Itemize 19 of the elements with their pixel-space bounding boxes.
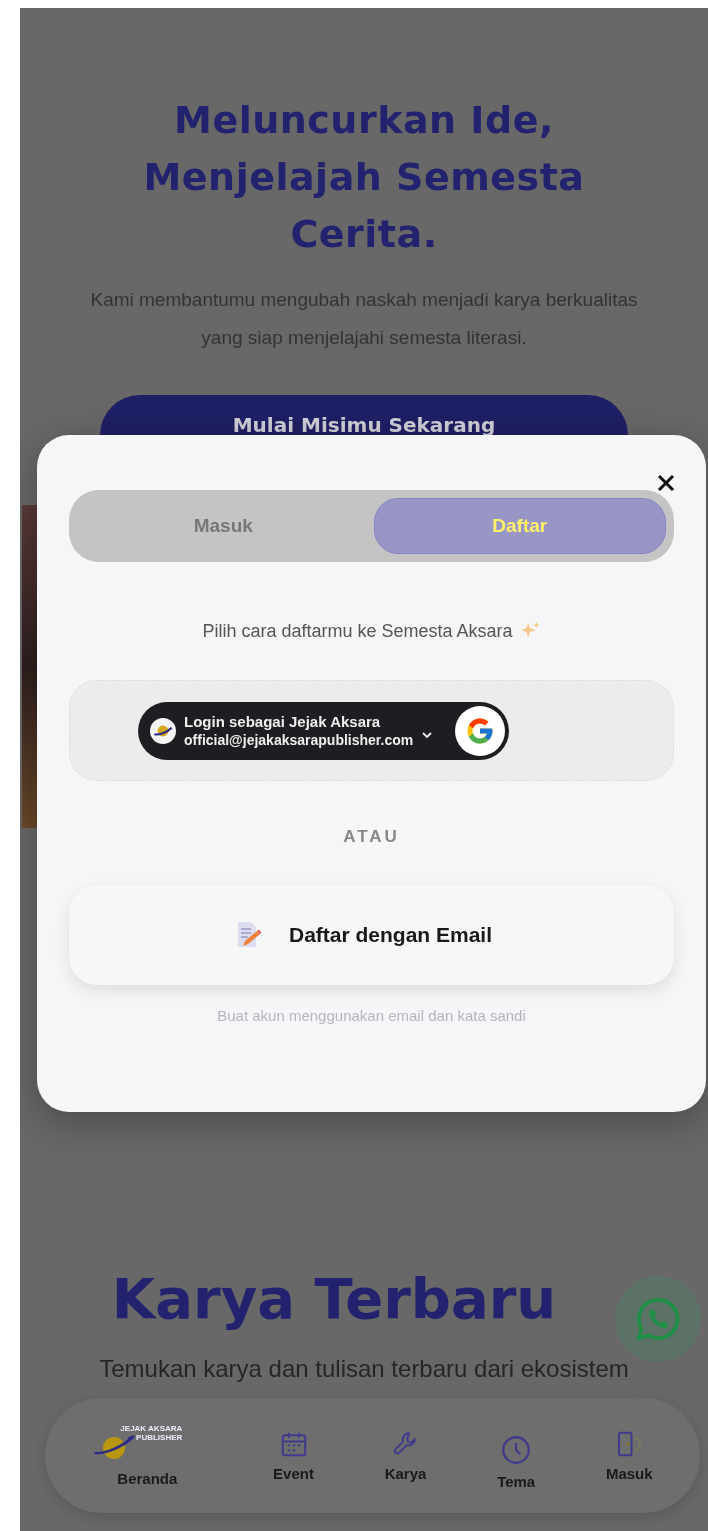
email-hint-text: Buat akun menggunakan email dan kata sandi [217, 1007, 526, 1024]
chat-bubble-phone-icon [635, 1296, 681, 1342]
google-g-icon [455, 705, 506, 756]
divider-label: ATAU [343, 827, 400, 847]
planet-avatar-icon [150, 717, 176, 744]
close-button[interactable] [656, 473, 676, 493]
nav-item[interactable]: Karya [384, 1429, 427, 1482]
prompt-text: Pilih cara daftarmu ke Semesta Aksara [202, 620, 513, 642]
nav-item[interactable]: Event [273, 1429, 314, 1482]
tab[interactable]: Daftar [373, 498, 666, 554]
tab[interactable]: Masuk [77, 498, 370, 554]
nav-item[interactable]: Tema [497, 1433, 536, 1490]
nav-item[interactable]: JEJAK AKSARA PUBLISHER Beranda [92, 1424, 203, 1487]
hero-title: Meluncurkan Ide, Menjelajah Semesta Cerita. [143, 97, 585, 258]
email-signup-button[interactable]: Daftar dengan Email [69, 885, 674, 985]
google-signin-button[interactable]: Login sebagai Jejak Aksara official@jejakaksarapublisher.com [138, 701, 510, 760]
nav-item[interactable]: Masuk [605, 1429, 653, 1482]
section-title: Karya Terbaru [111, 1265, 557, 1333]
section-subtitle: Temukan karya dan tulisan terbaru dari ekosistem [99, 1355, 629, 1383]
